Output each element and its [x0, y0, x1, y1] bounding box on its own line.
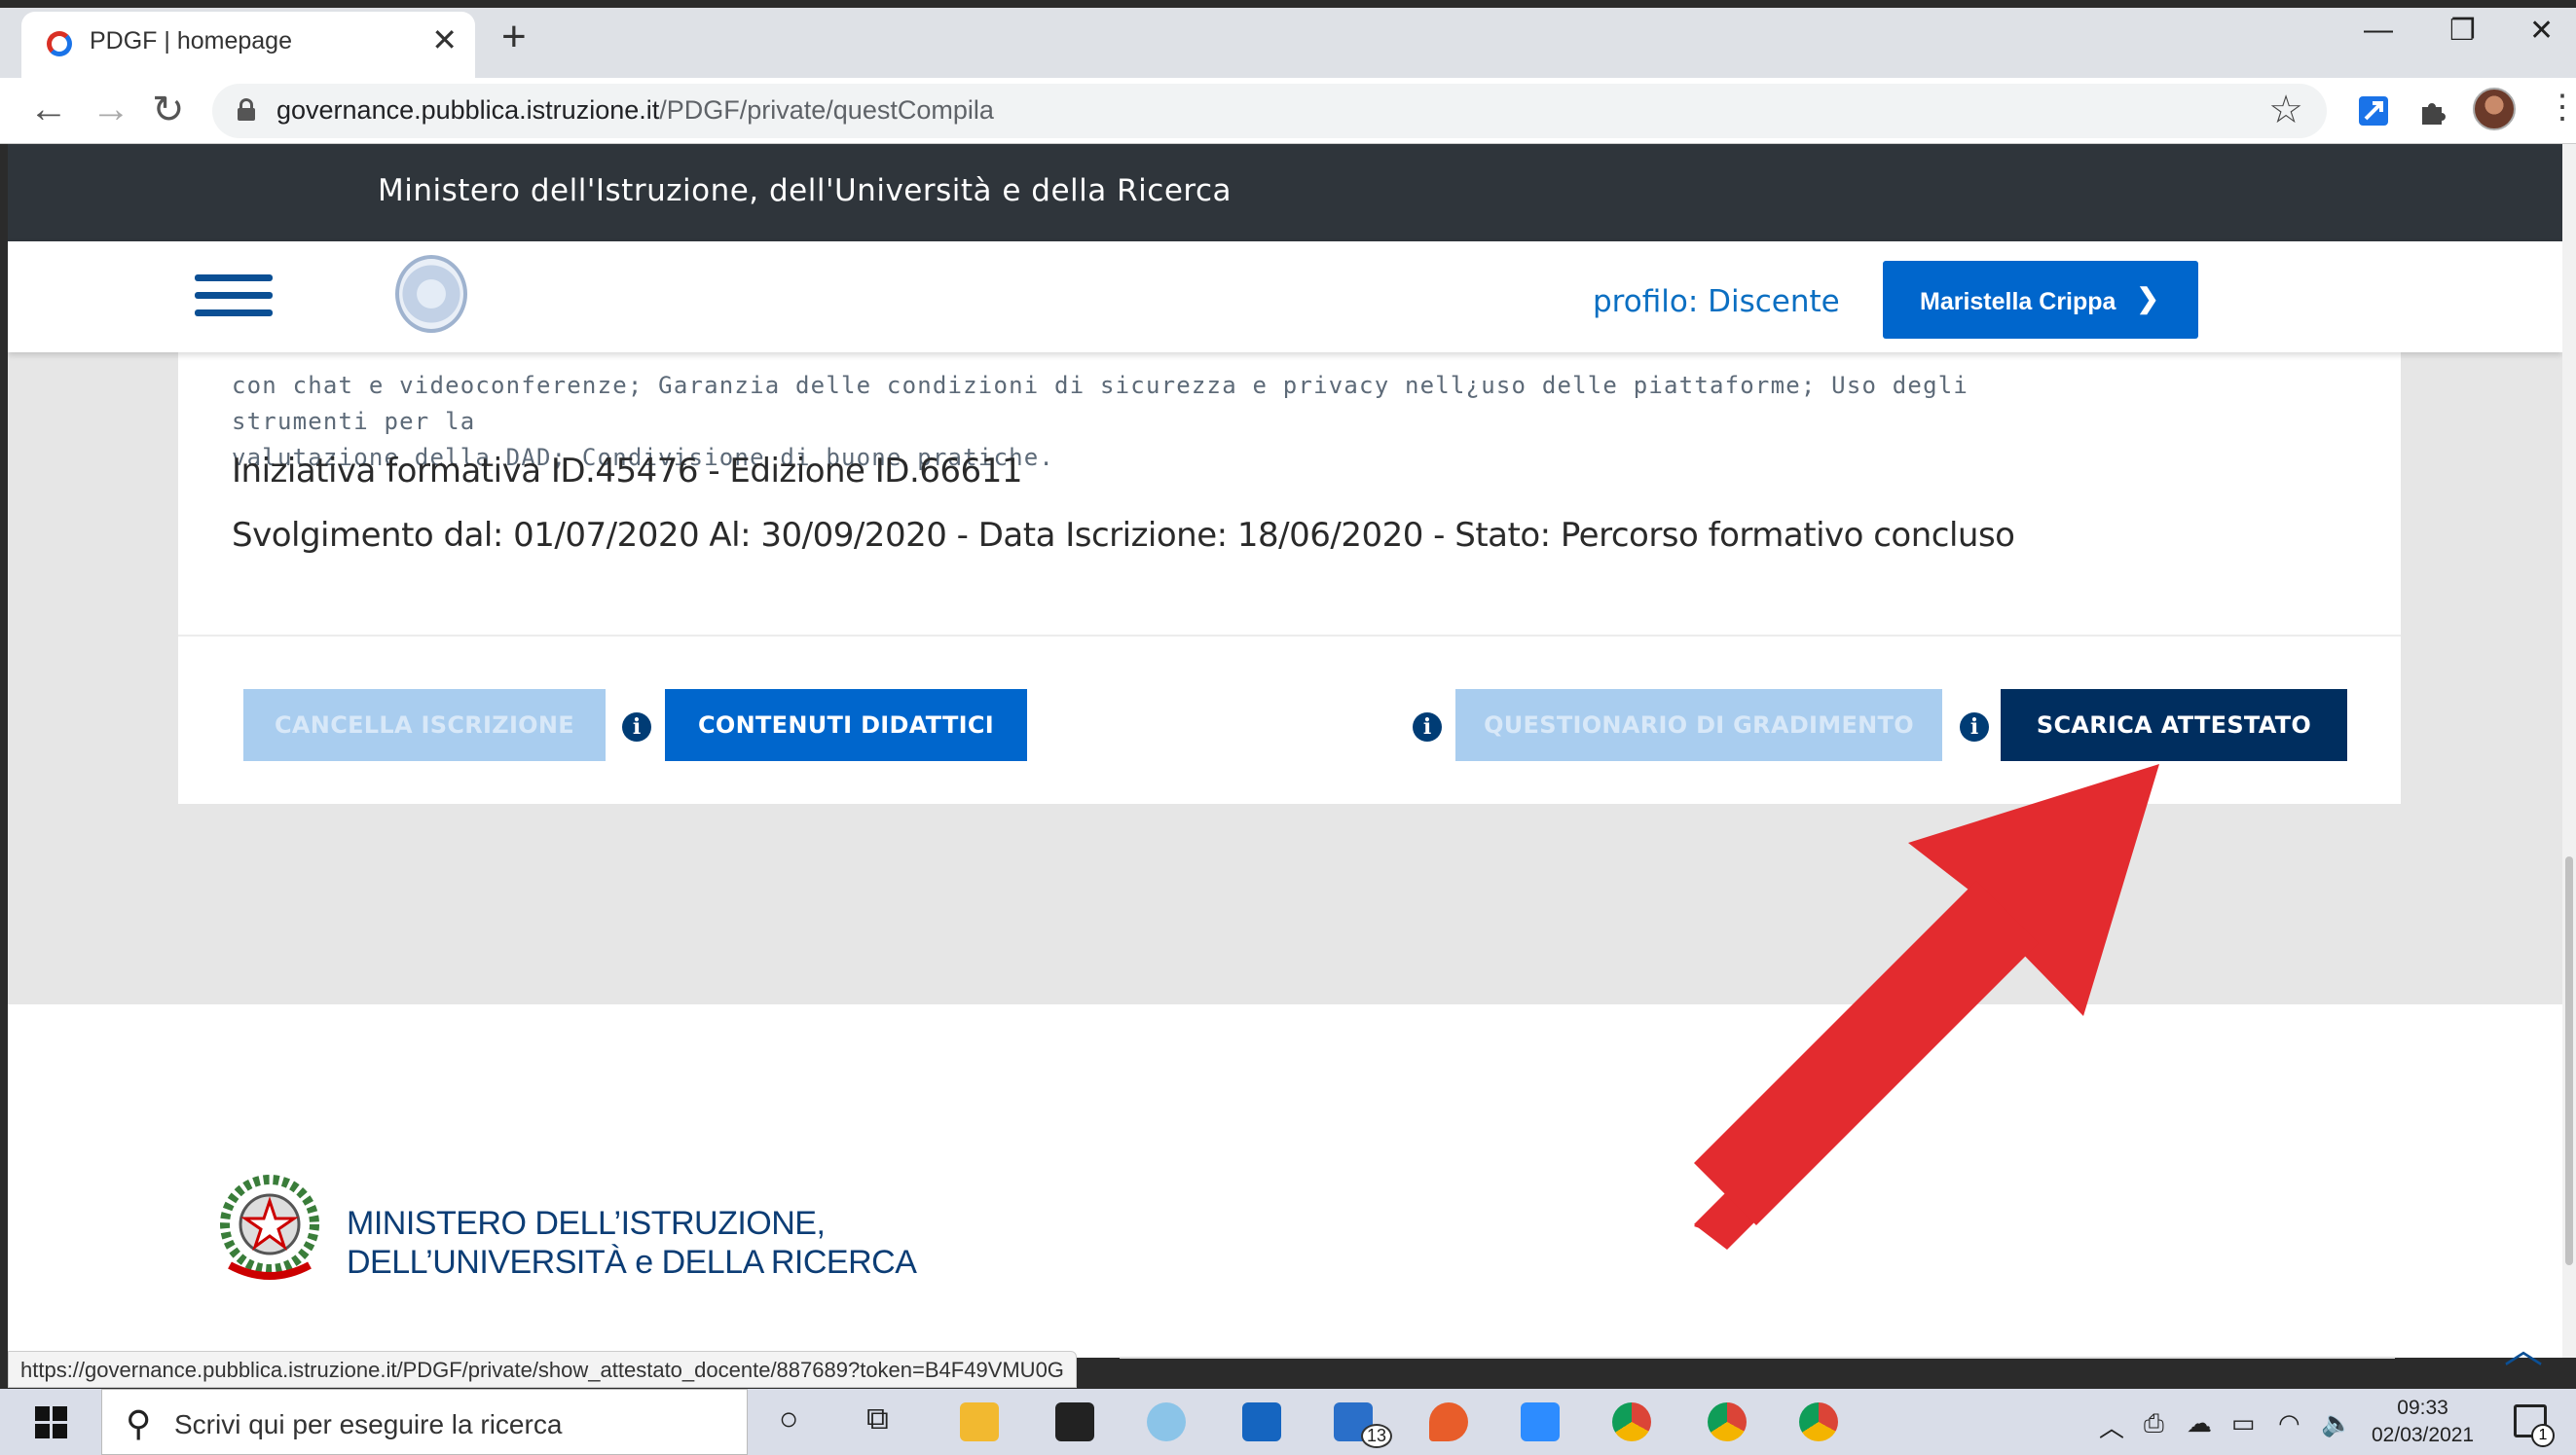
- url-text: governance.pubblica.istruzione.it/PDGF/p…: [276, 95, 994, 126]
- page-viewport: Ministero dell'Istruzione, dell'Universi…: [8, 144, 2562, 1358]
- minimize-button[interactable]: —: [2364, 14, 2393, 47]
- window-top-edge: [0, 0, 2576, 8]
- windows-start-icon[interactable]: [35, 1406, 68, 1439]
- footer-title-line: MINISTERO DELL’ISTRUZIONE,: [347, 1205, 826, 1242]
- mail-badge: 13: [1361, 1424, 1393, 1448]
- profile-avatar[interactable]: [2473, 88, 2516, 130]
- restore-button[interactable]: ❐: [2449, 14, 2476, 48]
- cortana-icon[interactable]: ○: [779, 1400, 799, 1438]
- user-name: Maristella Crippa: [1920, 288, 2116, 315]
- download-certificate-button[interactable]: SCARICA ATTESTATO: [2001, 689, 2347, 761]
- ministry-name: Ministero dell'Istruzione, dell'Universi…: [378, 173, 1233, 208]
- tab-title: PDGF | homepage: [90, 27, 292, 55]
- wifi-icon[interactable]: ◠: [2278, 1408, 2300, 1438]
- taskbar-clock[interactable]: 09:33 02/03/2021: [2372, 1395, 2474, 1449]
- profile-label: profilo: Discente: [1593, 284, 1840, 319]
- info-icon[interactable]: i: [1413, 712, 1442, 742]
- hamburger-menu-icon[interactable]: [195, 274, 273, 321]
- new-tab-button[interactable]: +: [501, 16, 527, 58]
- tray-chevron-up-icon[interactable]: ︿: [2099, 1408, 2124, 1444]
- forward-button[interactable]: →: [92, 88, 130, 131]
- info-icon[interactable]: i: [622, 712, 651, 742]
- footer-title-line: DELL’UNIVERSITÀ e DELLA RICERCA: [347, 1244, 917, 1281]
- course-card: con chat e videoconferenze; Garanzia del…: [178, 309, 2401, 804]
- cancel-enrollment-button[interactable]: CANCELLA ISCRIZIONE: [243, 689, 606, 761]
- republic-emblem-icon[interactable]: [395, 255, 467, 333]
- page-footer: MINISTERO DELL’ISTRUZIONE, DELL’UNIVERSI…: [8, 1004, 2562, 1358]
- firefox-icon[interactable]: [1429, 1402, 1468, 1441]
- divider: [178, 635, 2401, 637]
- initiative-info: Iniziativa formativa ID.45476 - Edizione…: [232, 452, 1022, 491]
- onedrive-icon[interactable]: ☁: [2187, 1408, 2212, 1438]
- browser-menu-icon[interactable]: ⋮: [2546, 88, 2576, 127]
- course-content-button[interactable]: CONTENUTI DIDATTICI: [665, 689, 1027, 761]
- description-line: con chat e videoconferenze; Garanzia del…: [232, 372, 1969, 435]
- zoom-icon[interactable]: [1521, 1402, 1560, 1441]
- reload-button[interactable]: ↻: [152, 88, 185, 132]
- extension-link-icon[interactable]: [2356, 93, 2391, 128]
- volume-icon[interactable]: 🔈: [2321, 1408, 2352, 1438]
- url-path: /PDGF/private/questCompila: [659, 95, 994, 125]
- bookmark-star-icon[interactable]: ☆: [2268, 88, 2303, 132]
- info-icon[interactable]: i: [1960, 712, 1989, 742]
- status-bar-url: https://governance.pubblica.istruzione.i…: [8, 1351, 1077, 1388]
- top-navigation: profilo: Discente Maristella Crippa ❯: [8, 241, 2562, 352]
- chrome-icon[interactable]: [1799, 1402, 1838, 1441]
- file-explorer-icon[interactable]: [960, 1402, 999, 1441]
- close-window-button[interactable]: ✕: [2529, 14, 2554, 48]
- url-domain: governance.pubblica.istruzione.it: [276, 95, 660, 125]
- scrollbar-thumb[interactable]: [2565, 856, 2573, 1265]
- extensions-puzzle-icon[interactable]: [2416, 93, 2451, 128]
- tab-close-icon[interactable]: ✕: [431, 21, 458, 58]
- chevron-down-icon: ❯: [2136, 283, 2159, 313]
- clock-time: 09:33: [2397, 1397, 2448, 1419]
- chrome-icon[interactable]: [1708, 1402, 1747, 1441]
- lock-icon[interactable]: [238, 98, 255, 122]
- taskbar-search-input[interactable]: ⚲ Scrivi qui per eseguire la ricerca: [101, 1389, 748, 1455]
- clock-date: 02/03/2021: [2372, 1424, 2475, 1446]
- browser-tab-bar: PDGF | homepage ✕ + — ❐ ✕: [0, 0, 2576, 78]
- back-button[interactable]: ←: [29, 88, 68, 131]
- divider: [1120, 1357, 2395, 1359]
- satisfaction-survey-button[interactable]: QUESTIONARIO DI GRADIMENTO: [1455, 689, 1942, 761]
- back-to-top-icon[interactable]: ︿: [2504, 1318, 2543, 1374]
- battery-icon[interactable]: ▭: [2231, 1408, 2256, 1438]
- ministry-banner: Ministero dell'Istruzione, dell'Universi…: [8, 144, 2562, 241]
- browser-tab[interactable]: PDGF | homepage ✕: [21, 12, 475, 78]
- task-view-icon[interactable]: ⧉: [866, 1400, 889, 1437]
- url-input[interactable]: governance.pubblica.istruzione.it/PDGF/p…: [212, 84, 2327, 138]
- store-icon[interactable]: [1055, 1402, 1094, 1441]
- pdgf-favicon-icon: [47, 31, 72, 56]
- italian-republic-emblem-icon: [220, 1175, 319, 1280]
- notification-count: 1: [2531, 1424, 2555, 1447]
- search-placeholder: Scrivi qui per eseguire la ricerca: [174, 1409, 563, 1439]
- footer-title: MINISTERO DELL’ISTRUZIONE, DELL’UNIVERSI…: [347, 1204, 917, 1282]
- schedule-info: Svolgimento dal: 01/07/2020 Al: 30/09/20…: [232, 516, 2015, 555]
- paint-icon[interactable]: [1147, 1402, 1186, 1441]
- user-menu-button[interactable]: Maristella Crippa ❯: [1883, 261, 2198, 339]
- chrome-icon[interactable]: [1612, 1402, 1651, 1441]
- windows-taskbar: ⚲ Scrivi qui per eseguire la ricerca ○ ⧉…: [0, 1389, 2576, 1455]
- address-bar: ← → ↻ governance.pubblica.istruzione.it/…: [0, 78, 2576, 144]
- document-app-icon[interactable]: [1242, 1402, 1281, 1441]
- search-icon: ⚲: [126, 1403, 152, 1443]
- meet-now-icon[interactable]: ⎙: [2144, 1408, 2164, 1439]
